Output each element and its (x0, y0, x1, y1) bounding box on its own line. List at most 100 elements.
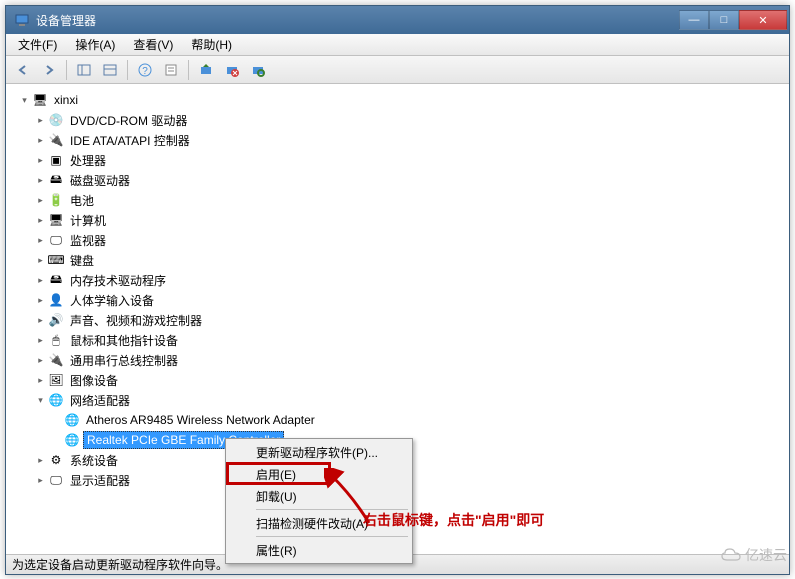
device-icon: 🔌 (48, 352, 64, 368)
help-button[interactable]: ? (134, 59, 156, 81)
uninstall-button[interactable] (221, 59, 243, 81)
menu-file[interactable]: 文件(F) (10, 34, 65, 55)
context-menu-item[interactable]: 卸载(U) (228, 485, 410, 507)
tree-node-label: 内存技术驱动程序 (67, 271, 169, 290)
device-icon: ⌨ (48, 252, 64, 268)
no-expander (51, 415, 62, 426)
device-icon: 💿 (48, 112, 64, 128)
device-icon: 🖵 (48, 472, 64, 488)
tree-node[interactable]: ▸▣处理器 (11, 150, 788, 170)
menu-view[interactable]: 查看(V) (125, 34, 181, 55)
collapse-icon[interactable]: ▾ (19, 95, 30, 106)
expand-icon[interactable]: ▸ (35, 475, 46, 486)
tree-node-label: 鼠标和其他指针设备 (67, 331, 181, 350)
tree-node[interactable]: ▸⌨键盘 (11, 250, 788, 270)
tree-node-label: 监视器 (67, 231, 109, 250)
tree-node[interactable]: ▸🖼图像设备 (11, 370, 788, 390)
context-menu-item[interactable]: 属性(R) (228, 539, 410, 561)
device-icon: 🔌 (48, 132, 64, 148)
expand-icon[interactable]: ▸ (35, 135, 46, 146)
maximize-button[interactable]: □ (709, 10, 739, 30)
menu-help[interactable]: 帮助(H) (183, 34, 240, 55)
close-button[interactable]: ✕ (739, 10, 787, 30)
menu-action[interactable]: 操作(A) (67, 34, 123, 55)
device-icon: 👤 (48, 292, 64, 308)
expand-icon[interactable]: ▸ (35, 115, 46, 126)
device-icon: 🖵 (48, 232, 64, 248)
tree-node-label: 处理器 (67, 151, 109, 170)
tree-node-label: 键盘 (67, 251, 97, 270)
expand-icon[interactable]: ▸ (35, 335, 46, 346)
tree-node[interactable]: 🌐Atheros AR9485 Wireless Network Adapter (11, 410, 788, 430)
forward-button[interactable] (38, 59, 60, 81)
properties-button[interactable] (99, 59, 121, 81)
expand-icon[interactable]: ▸ (35, 155, 46, 166)
annotation-text: 右击鼠标键，点击"启用"即可 (363, 510, 544, 530)
tree-node-label: 计算机 (67, 211, 109, 230)
tree-node-label: 电池 (67, 191, 97, 210)
device-icon: 🌐 (48, 392, 64, 408)
titlebar[interactable]: 设备管理器 — □ ✕ (6, 6, 789, 34)
device-icon: 🖴 (48, 272, 64, 288)
tree-node-label: 声音、视频和游戏控制器 (67, 311, 205, 330)
tree-node[interactable]: ▸🖴磁盘驱动器 (11, 170, 788, 190)
expand-icon[interactable]: ▸ (35, 195, 46, 206)
tree-node[interactable]: ▸🔊声音、视频和游戏控制器 (11, 310, 788, 330)
tree-node[interactable]: ▾🌐网络适配器 (11, 390, 788, 410)
device-icon: 🖱 (48, 332, 64, 348)
minimize-button[interactable]: — (679, 10, 709, 30)
window-title: 设备管理器 (36, 12, 679, 29)
tree-node-label: xinxi (51, 92, 81, 108)
tree-node[interactable]: ▸🖱鼠标和其他指针设备 (11, 330, 788, 350)
tree-node[interactable]: ▸🖴内存技术驱动程序 (11, 270, 788, 290)
tree-node[interactable]: ▸🔌通用串行总线控制器 (11, 350, 788, 370)
back-button[interactable] (12, 59, 34, 81)
tree-node-label: Atheros AR9485 Wireless Network Adapter (83, 412, 318, 428)
expand-icon[interactable]: ▸ (35, 255, 46, 266)
context-menu-item[interactable]: 启用(E) (228, 463, 410, 485)
tree-node[interactable]: ▸🖥计算机 (11, 210, 788, 230)
expand-icon[interactable]: ▸ (35, 235, 46, 246)
collapse-icon[interactable]: ▾ (35, 395, 46, 406)
expand-icon[interactable]: ▸ (35, 455, 46, 466)
device-icon: 🖴 (48, 172, 64, 188)
tree-node-label: 磁盘驱动器 (67, 171, 133, 190)
device-icon: ▣ (48, 152, 64, 168)
menu-separator (256, 536, 408, 537)
tree-node[interactable]: ▸🔋电池 (11, 190, 788, 210)
app-icon (14, 12, 30, 28)
tree-node-label: 图像设备 (67, 371, 121, 390)
expand-icon[interactable]: ▸ (35, 215, 46, 226)
tree-node[interactable]: ▾🖥xinxi (11, 90, 788, 110)
context-menu: 更新驱动程序软件(P)...启用(E)卸载(U)扫描检测硬件改动(A)属性(R) (225, 438, 413, 564)
properties-button-2[interactable] (160, 59, 182, 81)
device-icon: 🖼 (48, 372, 64, 388)
status-text: 为选定设备启动更新驱动程序软件向导。 (12, 556, 228, 573)
expand-icon[interactable]: ▸ (35, 275, 46, 286)
scan-hardware-button[interactable] (247, 59, 269, 81)
tree-node-label: 网络适配器 (67, 391, 133, 410)
context-menu-item[interactable]: 更新驱动程序软件(P)... (228, 441, 410, 463)
device-icon: 🖥 (32, 92, 48, 108)
device-icon: 🖥 (48, 212, 64, 228)
expand-icon[interactable]: ▸ (35, 315, 46, 326)
tree-node-label: 系统设备 (67, 451, 121, 470)
toolbar-separator (66, 60, 67, 80)
toolbar-separator (188, 60, 189, 80)
tree-node-label: 通用串行总线控制器 (67, 351, 181, 370)
expand-icon[interactable]: ▸ (35, 355, 46, 366)
tree-node[interactable]: ▸🖵监视器 (11, 230, 788, 250)
expand-icon[interactable]: ▸ (35, 375, 46, 386)
menubar: 文件(F) 操作(A) 查看(V) 帮助(H) (6, 34, 789, 56)
show-hide-tree-button[interactable] (73, 59, 95, 81)
tree-node[interactable]: ▸🔌IDE ATA/ATAPI 控制器 (11, 130, 788, 150)
toolbar-separator (127, 60, 128, 80)
tree-node[interactable]: ▸💿DVD/CD-ROM 驱动器 (11, 110, 788, 130)
expand-icon[interactable]: ▸ (35, 175, 46, 186)
tree-node[interactable]: ▸👤人体学输入设备 (11, 290, 788, 310)
toolbar: ? (6, 56, 789, 84)
update-driver-button[interactable] (195, 59, 217, 81)
no-expander (51, 435, 62, 446)
tree-node-label: 人体学输入设备 (67, 291, 157, 310)
expand-icon[interactable]: ▸ (35, 295, 46, 306)
